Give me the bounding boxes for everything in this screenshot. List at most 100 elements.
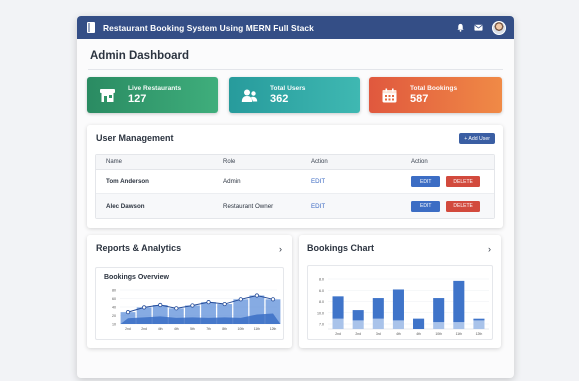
bookings-chart-panel: Bookings Chart › 8.0 6.0 8.0 10.0 7.0 2nd 2nd 3…: [299, 235, 501, 348]
stat-label: Total Bookings: [410, 85, 458, 92]
bar: [372, 298, 384, 319]
y-tick-label: 40: [112, 306, 116, 310]
y-tick-label: 60: [112, 297, 116, 301]
bar: [413, 318, 425, 329]
user-role: Admin: [223, 178, 241, 185]
reports-analytics-panel: Reports & Analytics › Bookings Overview …: [87, 235, 292, 348]
chevron-right-icon[interactable]: ›: [279, 244, 282, 254]
y-tick-label: 80: [112, 289, 116, 293]
bar: [453, 280, 465, 323]
table-row: Alec Dawson Restaurant Owner EDIT EDIT D…: [96, 194, 494, 218]
data-point: [238, 297, 243, 302]
bar: [473, 318, 485, 321]
x-tick-label: 12th: [476, 332, 483, 336]
stat-value: 587: [410, 93, 429, 105]
chevron-right-icon[interactable]: ›: [488, 244, 491, 254]
data-point: [158, 302, 163, 308]
add-user-button[interactable]: + Add User: [459, 133, 495, 144]
x-tick-label: 11th: [456, 332, 462, 336]
x-tick-label: 5th: [190, 327, 195, 331]
bar-light: [372, 318, 384, 329]
y-tick-label: 8.0: [319, 300, 324, 304]
data-point: [142, 305, 147, 310]
divider: [88, 69, 503, 70]
x-tick-label: 4th: [174, 327, 179, 331]
mail-icon[interactable]: [474, 23, 483, 32]
table-header: Name Role Action Action: [96, 155, 494, 170]
bar-light: [352, 320, 364, 329]
user-avatar[interactable]: [492, 20, 506, 35]
titlebar-actions: [456, 20, 506, 35]
bar-light: [473, 320, 485, 329]
data-point: [190, 303, 195, 308]
stat-card-total-bookings[interactable]: Total Bookings 587: [369, 77, 502, 113]
column-header: Action: [311, 159, 328, 165]
edit-button[interactable]: EDIT: [411, 200, 441, 212]
data-point: [222, 301, 227, 307]
x-tick-label: 2nd: [125, 327, 131, 331]
x-tick-label: 7th: [206, 327, 211, 331]
data-point: [270, 297, 276, 302]
x-tick-label: 2nd: [335, 332, 341, 336]
user-role: Restaurant Owner: [223, 202, 274, 210]
y-tick-label: 7.0: [319, 323, 324, 327]
y-tick-label: 20: [112, 314, 116, 318]
app-window: Restaurant Booking System Using MERN Ful…: [77, 16, 514, 378]
data-point: [174, 306, 179, 311]
user-name: Tom Anderson: [106, 178, 149, 185]
title-bar: Restaurant Booking System Using MERN Ful…: [77, 16, 514, 39]
bar: [352, 310, 364, 321]
delete-button[interactable]: DELETE: [446, 200, 480, 212]
x-tick-label: 8th: [222, 327, 227, 331]
x-tick-label: 11th: [254, 327, 260, 331]
data-point: [254, 293, 259, 298]
stat-value: 362: [270, 93, 289, 105]
bookings-bar-card: 8.0 6.0 8.0 10.0 7.0 2nd 2nd 3rd 4th 4th 10th 11th 1…: [307, 265, 493, 340]
x-tick-label: 10th: [237, 327, 244, 331]
edit-link[interactable]: EDIT: [311, 178, 325, 185]
panel-title: Bookings Chart: [307, 243, 375, 253]
app-title: Restaurant Booking System Using MERN Ful…: [103, 22, 314, 33]
x-tick-label: 4th: [416, 332, 421, 336]
column-header: Name: [106, 159, 123, 165]
x-tick-label: 2nd: [355, 332, 361, 336]
book-icon: [87, 22, 95, 33]
bookings-overview-chart: 80 60 40 20 10 2nd 2nd 4th 4th 5th 7th 8th 10th 11th 1…: [112, 289, 281, 331]
edit-link[interactable]: EDIT: [311, 203, 325, 210]
stat-card-live-restaurants[interactable]: Live Restaurants 127: [87, 77, 218, 113]
bookings-overview-card: Bookings Overview 80 60 40 20 10 2nd 2nd 4th 4th…: [95, 267, 284, 340]
y-tick-label: 10: [112, 323, 116, 327]
bar: [392, 289, 404, 321]
user-name: Alec Dawson: [106, 202, 145, 210]
column-header: Action: [411, 159, 428, 165]
panel-title: User Management: [96, 133, 174, 143]
bar-light: [392, 320, 404, 329]
y-tick-label: 10.0: [317, 311, 324, 315]
x-tick-label: 12th: [270, 327, 277, 331]
stat-label: Live Restaurants: [128, 85, 182, 92]
bar: [332, 296, 344, 319]
y-tick-label: 8.0: [319, 278, 324, 282]
page-title: Admin Dashboard: [90, 50, 190, 62]
stat-card-total-users[interactable]: Total Users 362: [229, 77, 360, 113]
panel-title: Reports & Analytics: [96, 243, 182, 253]
bar: [433, 298, 445, 323]
stat-label: Total Users: [270, 85, 306, 92]
column-header: Role: [223, 159, 236, 165]
bar-light: [433, 322, 445, 329]
stat-value: 127: [128, 93, 147, 105]
data-point: [125, 310, 131, 315]
user-management-panel: User Management + Add User Name Role Act…: [87, 125, 503, 228]
users-icon: [241, 89, 258, 102]
bar-light: [453, 322, 465, 329]
x-tick-label: 10th: [435, 332, 442, 336]
users-table: Name Role Action Action Tom Anderson Adm…: [95, 154, 495, 219]
table-row: Tom Anderson Admin EDIT EDIT DELETE: [96, 170, 494, 194]
storefront-icon: [100, 88, 115, 102]
x-tick-label: 4th: [158, 327, 163, 331]
bell-icon[interactable]: [456, 23, 465, 32]
data-point: [206, 300, 211, 305]
edit-button[interactable]: EDIT: [411, 176, 441, 187]
delete-button[interactable]: DELETE: [446, 176, 480, 187]
x-tick-label: 3rd: [376, 332, 381, 336]
